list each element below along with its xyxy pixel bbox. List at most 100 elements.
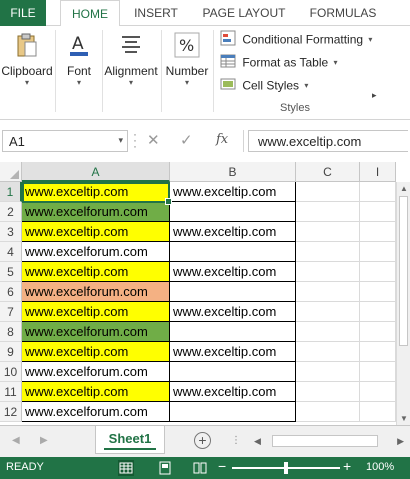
cell-a[interactable]: www.exceltip.com [22,262,170,282]
tab-page-layout[interactable]: PAGE LAYOUT [196,0,292,26]
normal-view-button[interactable] [118,460,134,476]
format-as-table-button[interactable]: Format as Table ▾ [220,53,338,73]
cell-empty[interactable] [360,322,396,342]
cell-a[interactable]: www.excelforum.com [22,202,170,222]
column-header-b[interactable]: B [170,162,296,182]
zoom-out-icon[interactable]: − [218,458,226,474]
cell-empty[interactable] [360,222,396,242]
cell-b[interactable] [170,282,296,302]
cell-a[interactable]: www.exceltip.com [22,382,170,402]
page-layout-view-button[interactable] [157,460,173,476]
cell-empty[interactable] [296,282,360,302]
scroll-right-icon[interactable]: ▶ [397,436,404,447]
scroll-down-icon[interactable]: ▼ [400,414,408,423]
cell-a[interactable]: www.exceltip.com [22,222,170,242]
cell-empty[interactable] [296,242,360,262]
column-header-c[interactable]: C [296,162,360,182]
cell-a[interactable]: www.excelforum.com [22,322,170,342]
scroll-thumb[interactable] [399,196,408,346]
select-all-button[interactable] [0,162,22,182]
cell-b[interactable]: www.exceltip.com [170,302,296,322]
sheet-prev-icon[interactable]: ◀ [12,435,20,446]
row-header[interactable]: 12 [0,402,22,422]
page-break-view-button[interactable] [192,460,208,476]
add-sheet-icon[interactable]: + [194,432,211,449]
cell-empty[interactable] [360,182,396,202]
cell-a[interactable]: www.excelforum.com [22,362,170,382]
cell-a[interactable]: www.excelforum.com [22,242,170,262]
cell-empty[interactable] [296,322,360,342]
worksheet-grid[interactable]: A B C I ▲ ▼ 1 www.exceltip.com www.excelti… [0,162,410,425]
cell-empty[interactable] [296,362,360,382]
row-header[interactable]: 7 [0,302,22,322]
cell-empty[interactable] [296,302,360,322]
horizontal-scrollbar[interactable]: ◀ ▶ [248,433,410,450]
cell-empty[interactable] [296,402,360,422]
cell-empty[interactable] [360,202,396,222]
cell-empty[interactable] [360,362,396,382]
column-header-i[interactable]: I [360,162,396,182]
cell-empty[interactable] [360,302,396,322]
cell-empty[interactable] [360,402,396,422]
cell-empty[interactable] [296,262,360,282]
cell-empty[interactable] [296,382,360,402]
cell-styles-button[interactable]: Cell Styles ▾ [220,76,308,96]
cell-b[interactable]: www.exceltip.com [170,342,296,362]
cell-empty[interactable] [296,342,360,362]
cell-b[interactable] [170,202,296,222]
cell-b[interactable] [170,402,296,422]
cell-a[interactable]: www.excelforum.com [22,402,170,422]
cell-a[interactable]: www.excelforum.com [22,282,170,302]
conditional-formatting-button[interactable]: Conditional Formatting ▾ [220,30,372,50]
cell-empty[interactable] [360,262,396,282]
row-header[interactable]: 2 [0,202,22,222]
row-header[interactable]: 11 [0,382,22,402]
row-header[interactable]: 1 [0,182,22,202]
confirm-entry-icon[interactable]: ✓ [180,131,193,149]
row-header[interactable]: 6 [0,282,22,302]
cell-b[interactable]: www.exceltip.com [170,182,296,202]
cell-empty[interactable] [296,182,360,202]
zoom-level[interactable]: 100% [366,461,394,473]
cell-empty[interactable] [360,382,396,402]
scroll-left-icon[interactable]: ◀ [254,436,261,447]
cancel-entry-icon[interactable]: ✕ [147,131,160,149]
row-header[interactable]: 10 [0,362,22,382]
row-header[interactable]: 8 [0,322,22,342]
cell-b[interactable]: www.exceltip.com [170,262,296,282]
insert-function-button[interactable]: fx [216,132,228,147]
tab-home[interactable]: HOME [60,0,120,27]
cell-a[interactable]: www.exceltip.com [22,302,170,322]
column-header-a[interactable]: A [22,162,170,182]
alignment-group-button[interactable]: Alignment ▾ [103,26,159,96]
tab-insert[interactable]: INSERT [127,0,185,26]
cell-b[interactable]: www.exceltip.com [170,382,296,402]
row-header[interactable]: 9 [0,342,22,362]
font-group-button[interactable]: A Font ▾ [56,26,102,96]
cell-empty[interactable] [296,222,360,242]
cell-empty[interactable] [296,202,360,222]
grip-dots-icon[interactable]: ⋮ [231,435,242,446]
cell-b[interactable]: www.exceltip.com [170,222,296,242]
clipboard-group-button[interactable]: Clipboard ▾ [0,26,54,96]
row-header[interactable]: 5 [0,262,22,282]
scroll-up-icon[interactable]: ▲ [400,184,408,193]
scroll-thumb[interactable] [272,435,378,447]
sheet-next-icon[interactable]: ▶ [40,435,48,446]
row-header[interactable]: 3 [0,222,22,242]
cell-b[interactable] [170,322,296,342]
cell-b[interactable] [170,242,296,262]
tab-formulas[interactable]: FORMULAS [303,0,383,26]
formula-input[interactable]: www.exceltip.com [248,130,408,152]
cell-empty[interactable] [360,342,396,362]
zoom-slider-thumb[interactable] [284,462,288,474]
tab-file[interactable]: FILE [0,0,46,26]
sheet-tab-active[interactable]: Sheet1 [95,426,165,454]
cell-empty[interactable] [360,242,396,262]
row-header[interactable]: 4 [0,242,22,262]
cell-b[interactable] [170,362,296,382]
cell-empty[interactable] [360,282,396,302]
zoom-in-icon[interactable]: + [343,458,351,474]
cell-a[interactable]: www.exceltip.com [22,182,170,202]
number-group-button[interactable]: % Number ▾ [164,26,210,96]
